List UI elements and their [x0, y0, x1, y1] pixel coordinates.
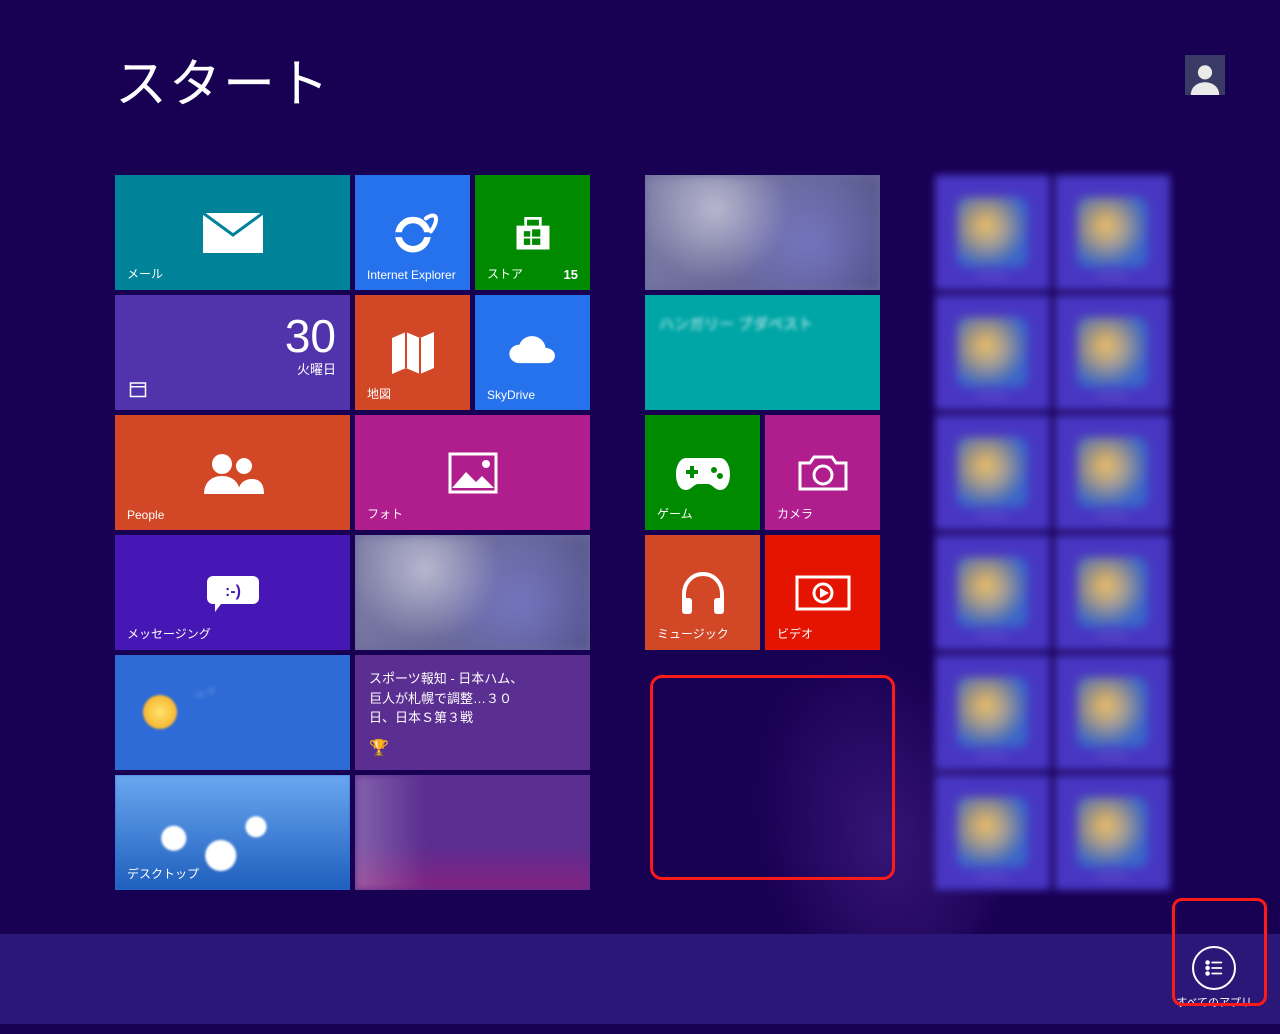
sports-headline: スポーツ報知 - 日本ハム、巨人が札幌で調整…３０日、日本Ｓ第３戦	[369, 669, 530, 728]
app-bar: すべてのアプリ	[0, 934, 1280, 1024]
tile-group-1: メール Internet Explorer ストア 15 30 火曜日	[115, 175, 590, 890]
tile-label: ビデオ	[777, 625, 813, 642]
calendar-date-block: 30 火曜日	[285, 313, 336, 378]
tile-app[interactable]: ———	[1055, 175, 1170, 290]
user-avatar[interactable]	[1185, 55, 1225, 95]
tile-bing-live-1[interactable]	[645, 175, 880, 290]
svg-text::-): :-)	[225, 583, 241, 600]
tile-camera[interactable]: カメラ	[765, 415, 880, 530]
tile-news-live[interactable]	[355, 535, 590, 650]
tile-people[interactable]: People	[115, 415, 350, 530]
tile-sports[interactable]: スポーツ報知 - 日本ハム、巨人が札幌で調整…３０日、日本Ｓ第３戦 🏆	[355, 655, 590, 770]
all-apps-label: すべてのアプリ	[1176, 994, 1252, 1010]
tile-video[interactable]: ビデオ	[765, 535, 880, 650]
tile-label: メッセージング	[127, 625, 211, 642]
tile-label: メール	[127, 265, 163, 282]
tile-store[interactable]: ストア 15	[475, 175, 590, 290]
tile-music[interactable]: ミュージック	[645, 535, 760, 650]
calendar-day: 30	[285, 313, 336, 359]
tile-app[interactable]: ———	[1055, 535, 1170, 650]
tile-label: デスクトップ	[127, 865, 199, 882]
tile-calendar[interactable]: 30 火曜日	[115, 295, 350, 410]
tile-label: ゲーム	[657, 505, 693, 522]
tile-app[interactable]: ———	[1055, 775, 1170, 890]
sun-icon	[143, 695, 177, 729]
tile-label: フォト	[367, 505, 403, 522]
tile-app[interactable]: ———	[935, 415, 1050, 530]
tile-messaging[interactable]: :-) メッセージング	[115, 535, 350, 650]
tile-finance[interactable]	[355, 775, 590, 890]
tile-label: SkyDrive	[487, 388, 535, 402]
tile-bing-live-2[interactable]: ハンガリー ブダペスト	[645, 295, 880, 410]
tile-desktop[interactable]: デスクトップ	[115, 775, 350, 890]
tile-app[interactable]: ———	[935, 775, 1050, 890]
all-apps-button[interactable]: すべてのアプリ	[1176, 946, 1252, 1010]
tile-app[interactable]: ———	[935, 535, 1050, 650]
tile-label: People	[127, 508, 164, 522]
tile-groups: メール Internet Explorer ストア 15 30 火曜日	[115, 175, 1170, 890]
weather-text: -- °	[195, 685, 214, 701]
tile-games[interactable]: ゲーム	[645, 415, 760, 530]
tile-skydrive[interactable]: SkyDrive	[475, 295, 590, 410]
tile-label: Internet Explorer	[367, 268, 456, 282]
start-title: スタート	[115, 42, 331, 117]
tile-badge: 15	[564, 267, 578, 282]
tile-group-3: ——— ——— ——— ——— ——— ——— ——— ——— ——— ——— …	[935, 175, 1170, 890]
tile-maps[interactable]: 地図	[355, 295, 470, 410]
tile-app[interactable]: ———	[935, 655, 1050, 770]
tile-photos[interactable]: フォト	[355, 415, 590, 530]
tile-label: ストア	[487, 265, 523, 282]
tile-label: 地図	[367, 385, 391, 402]
calendar-icon	[129, 380, 147, 398]
live-text: ハンガリー ブダペスト	[659, 313, 813, 334]
tile-label: ミュージック	[657, 625, 729, 642]
tile-mail[interactable]: メール	[115, 175, 350, 290]
tile-group-2: ハンガリー ブダペスト ゲーム カメラ ミュージック ビデオ	[645, 175, 880, 890]
all-apps-icon	[1192, 946, 1236, 990]
tile-app[interactable]: ———	[935, 295, 1050, 410]
tile-weather[interactable]: -- °	[115, 655, 350, 770]
person-icon	[1188, 61, 1222, 95]
tile-app[interactable]: ———	[935, 175, 1050, 290]
trophy-icon: 🏆	[369, 738, 389, 758]
tile-app[interactable]: ———	[1055, 295, 1170, 410]
tile-internet-explorer[interactable]: Internet Explorer	[355, 175, 470, 290]
tile-app[interactable]: ———	[1055, 655, 1170, 770]
tile-app[interactable]: ———	[1055, 415, 1170, 530]
tile-label: カメラ	[777, 505, 813, 522]
